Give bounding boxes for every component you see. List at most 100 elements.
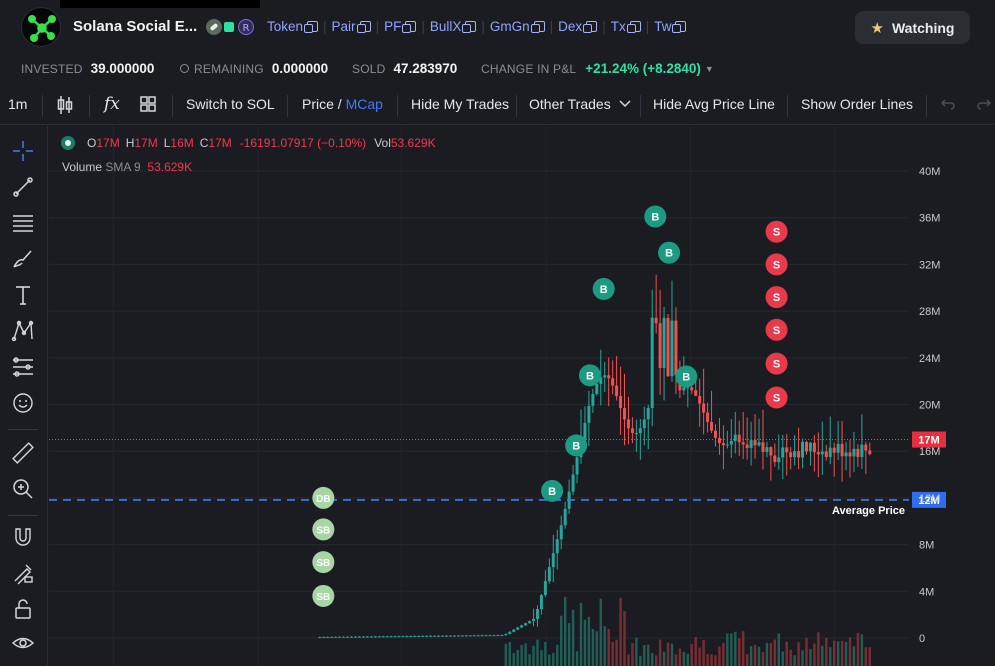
eye-icon[interactable] (10, 630, 36, 656)
trade-marker-label: DB (316, 494, 330, 505)
price-mcap-toggle[interactable]: Price / MCap (302, 96, 383, 112)
stat-pnl[interactable]: CHANGE IN P&L +21.24% (+8.2840) ▼ (481, 61, 714, 76)
candle-body (539, 595, 543, 610)
emoji-icon[interactable] (10, 390, 36, 416)
candle-body (757, 442, 761, 446)
volume-bar (856, 632, 860, 666)
token-title: Solana Social E... (73, 18, 198, 35)
layout-icon[interactable] (139, 95, 157, 116)
candle-body (500, 635, 504, 637)
candle-body (508, 631, 512, 634)
prediction-icon[interactable] (10, 354, 36, 380)
volume-bar (516, 649, 519, 666)
trade-marker-label: B (682, 371, 690, 383)
candle-body (543, 581, 547, 596)
zoom-in-icon[interactable] (10, 476, 36, 502)
indicators-button[interactable]: fx (104, 94, 120, 114)
y-axis-tick-label: 24M (919, 353, 940, 365)
candle-body (417, 635, 421, 637)
volume-bar (556, 644, 559, 666)
trade-marker-label: S (773, 259, 780, 271)
link-bullx[interactable]: BullX (430, 19, 477, 34)
volume-bar (686, 653, 690, 666)
candle-body (433, 635, 437, 637)
candle-body (448, 635, 452, 637)
trade-marker-label: B (651, 212, 659, 224)
link-tx[interactable]: Tx (611, 19, 641, 34)
candle-body (334, 636, 338, 638)
volume-bar (654, 655, 658, 666)
redo-icon[interactable] (976, 97, 992, 114)
candle-body (801, 441, 805, 458)
candle-body (710, 421, 714, 431)
volume-bar (528, 654, 531, 666)
visibility-dot-icon[interactable] (61, 136, 75, 150)
ruler-icon[interactable] (10, 440, 36, 466)
candle-body (532, 618, 536, 622)
volume-bar (662, 651, 666, 666)
volume-bar (583, 619, 587, 666)
link-dex[interactable]: Dex (558, 19, 598, 34)
chart-canvas[interactable]: 17M 12M Average Price DB SB SB SB B B B B B B B S S S S S… (49, 126, 995, 666)
link-gmgn[interactable]: GmGn (490, 19, 545, 34)
link-token[interactable]: Token (267, 19, 319, 34)
candle-body (361, 636, 365, 638)
link-tw[interactable]: Tw (654, 19, 687, 34)
hide-avg-price-line-button[interactable]: Hide Avg Price Line (653, 96, 775, 112)
candle-body (516, 627, 520, 630)
horizontal-lines-icon[interactable] (10, 210, 36, 236)
candle-body (441, 635, 445, 637)
volume-bar (599, 598, 602, 666)
volume-bar (785, 641, 788, 666)
switch-to-sol-button[interactable]: Switch to SOL (186, 96, 275, 112)
drawing-tools-rail (0, 126, 48, 666)
crosshair-icon[interactable] (10, 138, 36, 164)
candle-body (721, 442, 725, 446)
candle-body (587, 405, 591, 423)
raydium-icon[interactable]: R (238, 19, 254, 35)
volume-bar (619, 597, 622, 666)
undo-icon[interactable] (940, 97, 956, 114)
volume-bar (552, 652, 555, 666)
candle-body (848, 452, 852, 457)
brush-icon[interactable] (10, 246, 36, 272)
volume-bar (694, 637, 697, 666)
candle-body (674, 320, 678, 376)
magnet-icon[interactable] (10, 524, 36, 550)
pattern-icon[interactable] (10, 318, 36, 344)
candle-body (824, 451, 828, 458)
pump-icon[interactable] (206, 19, 222, 35)
average-price-text: Average Price (832, 505, 905, 517)
candle-body (488, 635, 492, 637)
price-chart[interactable]: 17M 12M Average Price DB SB SB SB B B B B B B B S S S S S… (49, 126, 995, 666)
trade-marker-label: S (773, 292, 780, 304)
volume-bar (832, 640, 836, 666)
volume-bar (647, 644, 650, 666)
show-order-lines-button[interactable]: Show Order Lines (801, 96, 913, 112)
stat-invested: INVESTED 39.000000 (21, 61, 155, 76)
volume-bar (809, 649, 812, 666)
volume-bar (745, 654, 749, 666)
watching-button[interactable]: ★ Watching (855, 11, 970, 44)
link-pair[interactable]: Pair (332, 19, 371, 34)
candle-body (694, 390, 698, 396)
interval-button[interactable]: 1m (8, 96, 27, 112)
trend-line-icon[interactable] (10, 174, 36, 200)
y-axis-tick-label: 12M (919, 493, 940, 505)
unlock-icon[interactable] (10, 596, 36, 622)
candle-body (836, 443, 840, 453)
other-trades-dropdown[interactable]: Other Trades (529, 96, 632, 112)
candle-body (318, 637, 322, 639)
link-pf[interactable]: PF (384, 19, 417, 34)
trade-marker-label: B (586, 370, 594, 382)
volume-bar (868, 647, 871, 666)
text-tool-icon[interactable] (10, 282, 36, 308)
y-axis-tick-label: 0 (919, 633, 925, 645)
volume-bar (848, 637, 852, 666)
candle-body (468, 635, 472, 637)
candle-body (856, 448, 860, 458)
candle-type-icon[interactable] (56, 94, 74, 119)
lock-drawing-icon[interactable] (10, 560, 36, 586)
hide-my-trades-button[interactable]: Hide My Trades (411, 96, 509, 112)
candle-body (690, 387, 694, 391)
